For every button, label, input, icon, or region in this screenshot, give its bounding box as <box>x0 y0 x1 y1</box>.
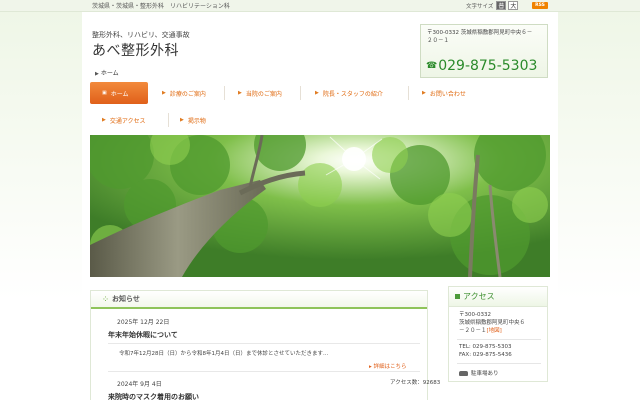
font-size-large-button[interactable]: 大 <box>508 1 519 10</box>
access-heading-icon <box>455 294 460 299</box>
phone-icon: ☎ <box>426 61 438 71</box>
nav-divider <box>408 86 409 100</box>
hero-image <box>90 135 550 277</box>
access-parking: 駐車場あり <box>459 369 499 377</box>
news-date: 2025年 12月 22日 <box>117 319 170 326</box>
nav-label: 当院のご案内 <box>245 90 282 98</box>
news-more-text: 詳細はこちら <box>373 364 407 370</box>
nav-item-contact[interactable]: ▶ お問い合わせ <box>422 82 466 104</box>
nav-divider <box>168 113 169 127</box>
nav-item-access[interactable]: ▶ 交通アクセス <box>102 109 146 131</box>
access-phone-fax: TEL: 029-875-5303 FAX: 029-875-5436 <box>459 343 512 359</box>
nav-item-staff[interactable]: ▶ 院長・スタッフの紹介 <box>315 82 383 104</box>
news-title[interactable]: 年末年始休暇について <box>108 330 178 340</box>
nav-item-clinic[interactable]: ▶ 当院のご案内 <box>238 82 282 104</box>
access-map-link[interactable]: [地図] <box>487 328 502 334</box>
nav-item-home[interactable]: ▣ ホーム <box>90 82 148 104</box>
news-date: 2024年 9月 4日 <box>117 381 162 388</box>
nav-bullet-icon: ▶ <box>422 90 426 96</box>
header-address-line2: ２０－１ <box>427 38 450 44</box>
nav-divider <box>300 86 301 100</box>
nav-bullet-icon: ▶ <box>180 117 184 123</box>
nav-label: 掲示物 <box>187 117 206 125</box>
news-title[interactable]: 来院時のマスク着用のお願い <box>108 392 199 400</box>
nav-bullet-icon: ▶ <box>162 90 166 96</box>
font-size-switcher: 文字サイズ 普 大 <box>466 1 520 10</box>
nav-bullet-icon: ▣ <box>102 90 107 96</box>
news-more-link[interactable]: ▸ 詳細はこちら <box>369 362 407 370</box>
access-tel: TEL: 029-875-5303 <box>459 344 512 350</box>
breadcrumb: ▶ ホーム <box>95 68 119 77</box>
access-divider <box>457 363 541 364</box>
access-heading-text: アクセス <box>463 292 495 301</box>
news-panel: ⁘ お知らせ 2025年 12月 22日 年末年始休暇について 令和7年12月2… <box>90 290 428 400</box>
forest-canopy-image <box>90 135 550 277</box>
nav-bullet-icon: ▶ <box>238 90 242 96</box>
access-postal: 〒300-0332 <box>459 312 491 318</box>
access-address-line1: 茨城県稲敷郡阿見町中央６ <box>459 320 526 326</box>
page-container: 整形外科、リハビリ、交通事故 あべ整形外科 〒300-0332 茨城県稲敷郡阿見… <box>82 12 558 400</box>
access-address: 〒300-0332 茨城県稲敷郡阿見町中央６ －２０－１[地図] <box>459 311 525 335</box>
car-icon <box>459 370 468 376</box>
access-address-line2: －２０－１ <box>459 328 487 334</box>
access-counter: アクセス数：92683 <box>390 380 441 386</box>
font-size-normal-button[interactable]: 普 <box>496 1 507 10</box>
access-fax: FAX: 029-875-5436 <box>459 352 512 358</box>
breadcrumb-arrow-icon: ▶ <box>95 71 99 77</box>
nav-label: お問い合わせ <box>429 90 466 98</box>
news-divider <box>108 371 420 372</box>
nav-label: 診療のご案内 <box>169 90 206 98</box>
nav-divider <box>224 86 225 100</box>
news-body: 令和7年12月28日（日）から令和8年1月4日（日）まで休診とさせていただきます… <box>119 351 329 357</box>
header-contact-box: 〒300-0332 茨城県稲敷郡阿見町中央６－ ２０－１ ☎ 029-875-5… <box>420 24 548 78</box>
nav-item-notices[interactable]: ▶ 掲示物 <box>180 109 206 131</box>
nav-bullet-icon: ▶ <box>315 90 319 96</box>
header-phone-number: 029-875-5303 <box>438 58 538 74</box>
breadcrumb-home-link[interactable]: ホーム <box>101 70 119 77</box>
header-address-line1: 〒300-0332 茨城県稲敷郡阿見町中央６－ <box>427 30 533 36</box>
site-subtitle: 整形外科、リハビリ、交通事故 <box>92 31 190 39</box>
news-heading-icon: ⁘ <box>103 295 109 303</box>
nav-bullet-icon: ▶ <box>102 117 106 123</box>
header-phone[interactable]: ☎ 029-875-5303 <box>426 58 537 74</box>
nav-item-treatment[interactable]: ▶ 診療のご案内 <box>162 82 206 104</box>
access-parking-text: 駐車場あり <box>471 371 499 377</box>
news-heading: ⁘ お知らせ <box>91 291 427 309</box>
access-panel: アクセス 〒300-0332 茨城県稲敷郡阿見町中央６ －２０－１[地図] TE… <box>448 286 548 382</box>
site-tagline: 茨城県・茨城県・整形外科 リハビリテーション科 <box>92 3 230 10</box>
rss-icon[interactable]: RSS <box>532 2 548 9</box>
nav-label: ホーム <box>110 90 129 98</box>
header-address: 〒300-0332 茨城県稲敷郡阿見町中央６－ ２０－１ <box>427 29 532 45</box>
font-size-label: 文字サイズ <box>466 3 494 10</box>
nav-label: 院長・スタッフの紹介 <box>322 90 383 98</box>
site-title[interactable]: あべ整形外科 <box>92 40 179 60</box>
news-heading-text: お知らせ <box>112 295 140 303</box>
news-divider <box>108 343 420 344</box>
access-divider <box>457 339 541 340</box>
access-heading: アクセス <box>449 287 547 307</box>
nav-label: 交通アクセス <box>109 117 146 125</box>
top-bar: 茨城県・茨城県・整形外科 リハビリテーション科 文字サイズ 普 大 RSS <box>0 0 640 12</box>
